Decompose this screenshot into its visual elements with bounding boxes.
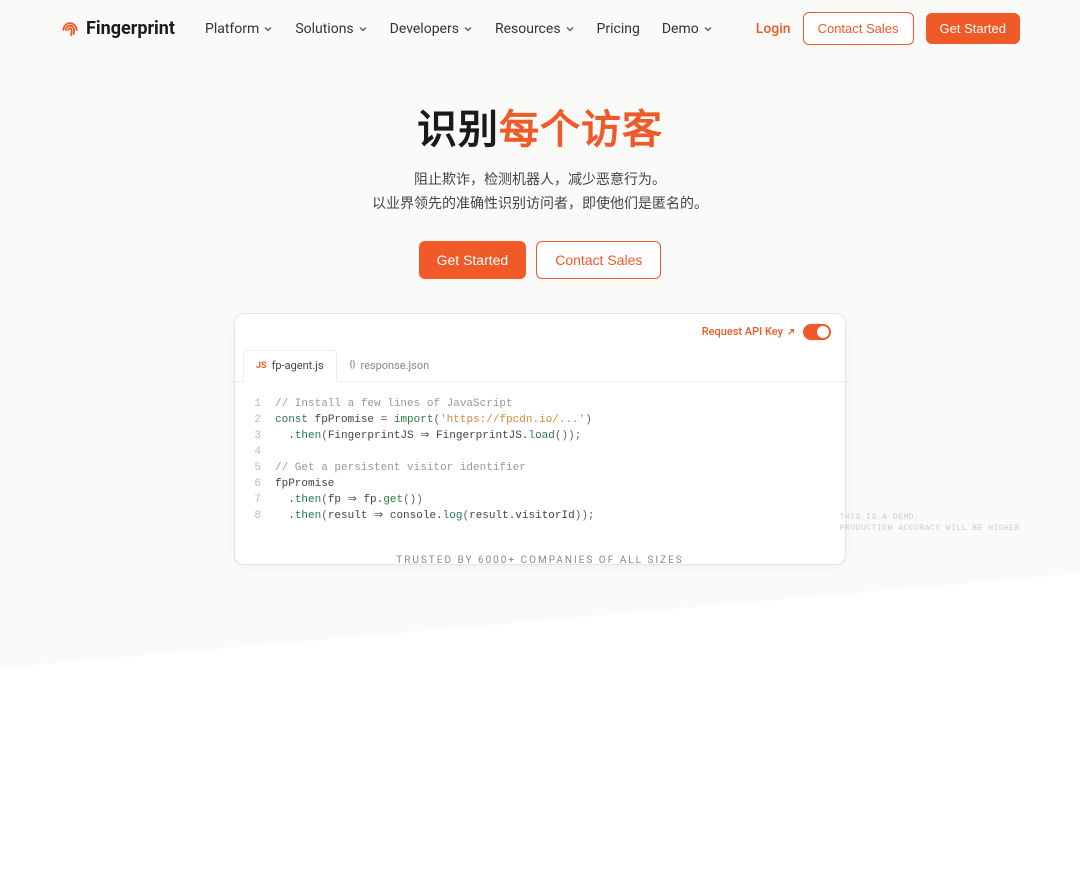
trusted-by: TRUSTED BY 6000+ COMPANIES OF ALL SIZES: [0, 555, 1080, 566]
hero-title-plain: 识别: [417, 106, 499, 153]
tab-fp-agent-js[interactable]: JS fp-agent.js: [243, 350, 337, 382]
line-code: .then(result ⇒ console.log(result.visito…: [275, 508, 595, 524]
code-line: 1 // Install a few lines of JavaScript: [251, 396, 829, 412]
line-number: 1: [251, 396, 261, 412]
hero-title-accent: 每个访客: [499, 106, 663, 153]
line-number: 5: [251, 460, 261, 476]
chevron-down-icon: [358, 24, 368, 34]
code-line: 4: [251, 444, 829, 460]
fingerprint-icon: [60, 19, 80, 39]
hero-buttons: Get Started Contact Sales: [0, 241, 1080, 279]
logo[interactable]: Fingerprint: [60, 18, 175, 39]
code-card: Request API Key JS fp-agent.js {} respon…: [234, 313, 846, 565]
header-left: Fingerprint Platform Solutions Developer…: [60, 18, 713, 39]
chevron-down-icon: [565, 24, 575, 34]
line-code: // Get a persistent visitor identifier: [275, 460, 526, 476]
nav-solutions[interactable]: Solutions: [295, 21, 367, 37]
chevron-down-icon: [263, 24, 273, 34]
line-code: const fpPromise = import('https://fpcdn.…: [275, 412, 592, 428]
line-number: 7: [251, 492, 261, 508]
main-nav: Platform Solutions Developers Resources …: [205, 21, 713, 37]
code-line: 8 .then(result ⇒ console.log(result.visi…: [251, 508, 829, 524]
header-right: Login Contact Sales Get Started: [756, 12, 1020, 45]
chevron-down-icon: [703, 24, 713, 34]
tab-response-json[interactable]: {} response.json: [337, 350, 443, 381]
code-line: 3 .then(FingerprintJS ⇒ FingerprintJS.lo…: [251, 428, 829, 444]
line-code: fpPromise: [275, 476, 334, 492]
contact-sales-button[interactable]: Contact Sales: [803, 12, 914, 45]
code-line: 2 const fpPromise = import('https://fpcdn…: [251, 412, 829, 428]
code-line: 6 fpPromise: [251, 476, 829, 492]
code-body: 1 // Install a few lines of JavaScript 2 co…: [235, 382, 845, 564]
line-number: 4: [251, 444, 261, 460]
tab-label: response.json: [360, 359, 429, 372]
hero: 识别每个访客 阻止欺诈，检测机器人，减少恶意行为。 以业界领先的准确性识别访问者…: [0, 97, 1080, 279]
nav-platform[interactable]: Platform: [205, 21, 273, 37]
hero-subtitle: 阻止欺诈，检测机器人，减少恶意行为。 以业界领先的准确性识别访问者，即使他们是匿…: [0, 169, 1080, 217]
hero-title: 识别每个访客: [0, 97, 1080, 155]
line-number: 2: [251, 412, 261, 428]
line-code: .then(fp ⇒ fp.get()): [275, 492, 423, 508]
login-link[interactable]: Login: [756, 21, 791, 37]
hero-sub-line2: 以业界领先的准确性识别访问者，即使他们是匿名的。: [0, 193, 1080, 217]
hero-get-started-button[interactable]: Get Started: [419, 241, 527, 279]
request-api-key-link[interactable]: Request API Key: [702, 325, 795, 338]
get-started-button[interactable]: Get Started: [926, 13, 1020, 44]
code-topbar: Request API Key: [235, 314, 845, 350]
nav-developers[interactable]: Developers: [390, 21, 473, 37]
nav-demo[interactable]: Demo: [662, 21, 713, 37]
nav-resources[interactable]: Resources: [495, 21, 575, 37]
chevron-down-icon: [463, 24, 473, 34]
code-line: 5 // Get a persistent visitor identifier: [251, 460, 829, 476]
nav-pricing[interactable]: Pricing: [597, 21, 640, 37]
js-badge: JS: [256, 361, 267, 371]
json-badge: {}: [350, 360, 356, 370]
toggle-switch[interactable]: [803, 324, 831, 340]
header: Fingerprint Platform Solutions Developer…: [0, 0, 1080, 57]
demo-note: THIS IS A DEMO. PRODUCTION ACCURACY WILL…: [840, 513, 1020, 534]
line-number: 8: [251, 508, 261, 524]
line-number: 6: [251, 476, 261, 492]
tab-label: fp-agent.js: [272, 359, 324, 372]
line-code: .then(FingerprintJS ⇒ FingerprintJS.load…: [275, 428, 581, 444]
hero-sub-line1: 阻止欺诈，检测机器人，减少恶意行为。: [0, 169, 1080, 193]
brand-name: Fingerprint: [86, 18, 175, 39]
hero-contact-sales-button[interactable]: Contact Sales: [536, 241, 661, 279]
line-number: 3: [251, 428, 261, 444]
code-line: 7 .then(fp ⇒ fp.get()): [251, 492, 829, 508]
code-tabs: JS fp-agent.js {} response.json: [235, 350, 845, 382]
line-code: // Install a few lines of JavaScript: [275, 396, 513, 412]
external-link-icon: [787, 328, 795, 336]
